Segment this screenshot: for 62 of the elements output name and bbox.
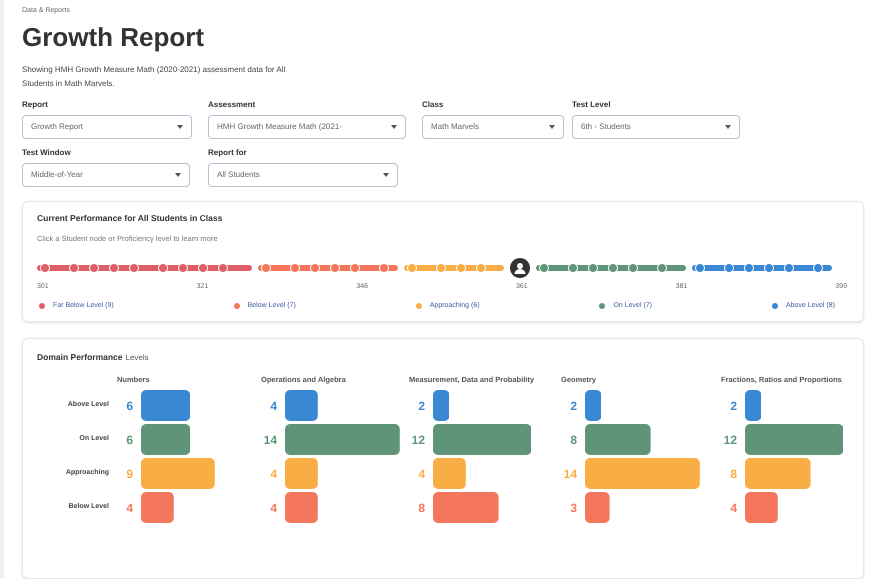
bar[interactable] xyxy=(285,492,318,523)
value-label: 14 xyxy=(262,432,277,448)
bar[interactable] xyxy=(141,492,174,523)
bar[interactable] xyxy=(585,424,651,455)
student-nodes-drawing[interactable] xyxy=(258,263,398,273)
student-nodes-drawing[interactable] xyxy=(37,263,252,273)
bar[interactable] xyxy=(141,390,190,421)
value-label: 4 xyxy=(269,500,277,516)
value-label: 14 xyxy=(562,466,577,482)
value-label: 2 xyxy=(729,398,737,414)
value-label: 6 xyxy=(125,432,133,448)
bar[interactable] xyxy=(585,390,602,421)
field-label: Class xyxy=(422,99,444,111)
caret-icon xyxy=(391,125,397,129)
value-label: 12 xyxy=(722,432,737,448)
page-title: Growth Report xyxy=(22,20,205,53)
card-subtitle: Levels xyxy=(126,352,149,364)
value-label: 6 xyxy=(125,398,133,414)
value-label: 8 xyxy=(417,500,425,516)
bar[interactable] xyxy=(433,458,466,489)
value-label: 9 xyxy=(125,466,133,482)
value-label: 8 xyxy=(569,432,577,448)
student-avatar-icon[interactable] xyxy=(510,258,530,278)
bar[interactable] xyxy=(745,390,762,421)
value-label: 3 xyxy=(569,500,577,516)
dropdown[interactable]: Growth Report xyxy=(22,115,192,139)
bar[interactable] xyxy=(285,458,318,489)
student-nodes-drawing[interactable] xyxy=(536,263,686,273)
field-label: Test Level xyxy=(572,99,612,111)
bar[interactable] xyxy=(433,390,450,421)
dropdown[interactable]: Middle-of-Year xyxy=(22,163,190,187)
card-title: Domain Performance xyxy=(37,351,122,364)
value-label: 4 xyxy=(125,500,133,516)
bar[interactable] xyxy=(141,424,190,455)
dropdown[interactable]: 6th - Students xyxy=(572,115,740,139)
value-label: 4 xyxy=(729,500,737,516)
bar[interactable] xyxy=(285,390,318,421)
caret-icon xyxy=(725,125,731,129)
value-label: 4 xyxy=(417,466,425,482)
bar[interactable] xyxy=(745,492,778,523)
student-nodes-drawing[interactable] xyxy=(692,263,832,273)
dropdown[interactable]: HMH Growth Measure Math (2021- xyxy=(208,115,406,139)
caret-icon xyxy=(175,173,181,177)
value-label: 2 xyxy=(417,398,425,414)
dropdown[interactable]: Math Marvels xyxy=(422,115,564,139)
field-label: Test Window xyxy=(22,147,72,159)
caret-icon xyxy=(383,173,389,177)
field-label: Assessment xyxy=(208,99,256,111)
field-label: Report for xyxy=(208,147,248,159)
description: Showing HMH Growth Measure Math (2020-2021) assessment data for All Students in Math Marvels. xyxy=(22,64,286,90)
value-label: 8 xyxy=(729,466,737,482)
student-nodes-drawing[interactable] xyxy=(404,263,504,273)
caret-icon xyxy=(177,125,183,129)
value-label: 4 xyxy=(269,398,277,414)
caret-icon xyxy=(549,125,555,129)
value-label: 4 xyxy=(269,466,277,482)
card-title: Current Performance for All Students in Class xyxy=(37,212,224,225)
value-label: 12 xyxy=(410,432,425,448)
dropdown[interactable]: All Students xyxy=(208,163,398,187)
bar[interactable] xyxy=(585,492,610,523)
value-label: 2 xyxy=(569,398,577,414)
field-label: Report xyxy=(22,99,49,111)
